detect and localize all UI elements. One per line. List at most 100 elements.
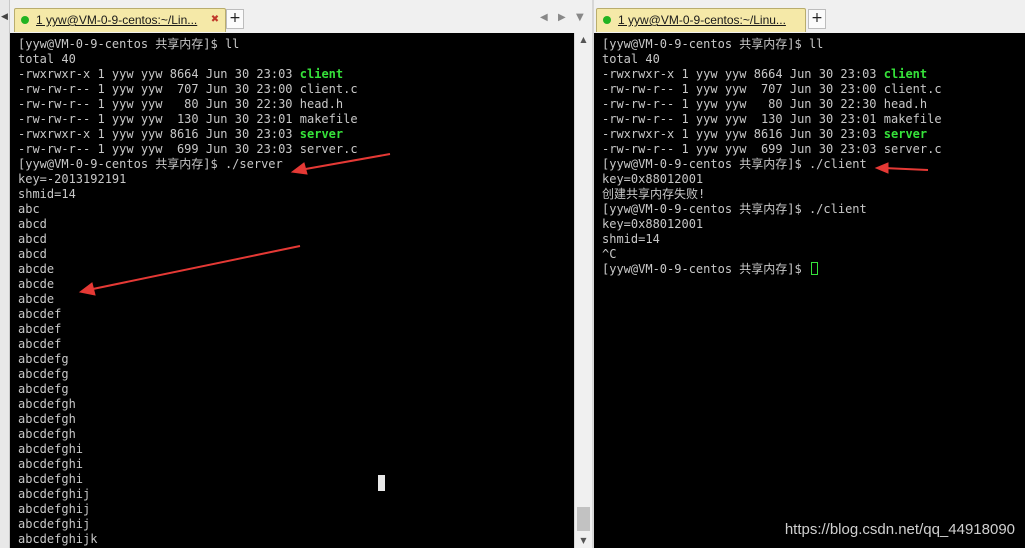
terminal-text: -rwxrwxr-x 1 yyw yyw 8616 Jun 30 23:03 — [18, 127, 300, 141]
terminal-text: [yyw@VM-0-9-centos 共享内存]$ ll — [18, 37, 240, 51]
terminal-line: -rw-rw-r-- 1 yyw yyw 707 Jun 30 23:00 cl… — [18, 82, 358, 97]
terminal-line: [yyw@VM-0-9-centos 共享内存]$ ll — [602, 37, 942, 52]
text-cursor — [810, 262, 818, 275]
terminal-output: [yyw@VM-0-9-centos 共享内存]$ ll total 40 -rwx… — [18, 37, 358, 547]
scrollbar-thumb[interactable] — [577, 507, 590, 531]
terminal-text: [yyw@VM-0-9-centos 共享内存]$ ./server — [18, 157, 283, 171]
terminal-text: shmid=14 — [18, 187, 76, 201]
terminal-text: -rwxrwxr-x 1 yyw yyw 8616 Jun 30 23:03 — [602, 127, 884, 141]
terminal-line: abc — [18, 202, 358, 217]
terminal-text: abcde — [18, 292, 55, 306]
terminal-line: -rw-rw-r-- 1 yyw yyw 130 Jun 30 23:01 ma… — [18, 112, 358, 127]
terminal-line: key=0x88012001 — [602, 217, 942, 232]
terminal-line: abcdefgh — [18, 397, 358, 412]
connected-status-icon — [21, 16, 29, 24]
terminal-text: abcdefgh — [18, 412, 76, 426]
left-terminal[interactable]: [yyw@VM-0-9-centos 共享内存]$ ll total 40 -rwx… — [10, 33, 574, 548]
terminal-line: abcde — [18, 277, 358, 292]
terminal-line: shmid=14 — [602, 232, 942, 247]
terminal-text: -rw-rw-r-- 1 yyw yyw 80 Jun 30 22:30 hea… — [602, 97, 928, 111]
terminal-line: abcd — [18, 217, 358, 232]
terminal-text: key=-2013192191 — [18, 172, 127, 186]
left-terminal-scrollbar[interactable]: ▲ ▼ — [574, 33, 592, 548]
watermark: https://blog.csdn.net/qq_44918090 — [784, 521, 1015, 538]
terminal-line: -rw-rw-r-- 1 yyw yyw 707 Jun 30 23:00 cl… — [602, 82, 942, 97]
terminal-text: key=0x88012001 — [602, 172, 704, 186]
executable-name: server — [299, 127, 344, 141]
terminal-line: -rwxrwxr-x 1 yyw yyw 8664 Jun 30 23:03 c… — [18, 67, 358, 82]
terminal-line: -rw-rw-r-- 1 yyw yyw 130 Jun 30 23:01 ma… — [602, 112, 942, 127]
terminal-text: abcdefghi — [18, 472, 84, 486]
terminal-text: [yyw@VM-0-9-centos 共享内存]$ ./client — [602, 202, 867, 216]
executable-name: client — [883, 67, 928, 81]
terminal-line: -rwxrwxr-x 1 yyw yyw 8664 Jun 30 23:03 c… — [602, 67, 942, 82]
terminal-line: ^C — [602, 247, 942, 262]
terminal-output: [yyw@VM-0-9-centos 共享内存]$ ll total 40 -rwx… — [602, 37, 942, 277]
terminal-text: abcdef — [18, 322, 62, 336]
add-tab-button[interactable]: + — [808, 9, 826, 29]
terminal-line: abcdefg — [18, 382, 358, 397]
terminal-text: abcdefg — [18, 382, 69, 396]
terminal-line: abcdefghi — [18, 457, 358, 472]
terminal-text: abc — [18, 202, 40, 216]
terminal-line: [yyw@VM-0-9-centos 共享内存]$ — [602, 262, 942, 277]
terminal-line: -rwxrwxr-x 1 yyw yyw 8616 Jun 30 23:03 s… — [18, 127, 358, 142]
terminal-text: abcdefgh — [18, 397, 76, 411]
terminal-line: [yyw@VM-0-9-centos 共享内存]$ ll — [18, 37, 358, 52]
terminal-text: -rwxrwxr-x 1 yyw yyw 8664 Jun 30 23:03 — [18, 67, 300, 81]
terminal-text: total 40 — [602, 52, 660, 66]
terminal-text: abcde — [18, 277, 55, 291]
right-terminal[interactable]: [yyw@VM-0-9-centos 共享内存]$ ll total 40 -rwx… — [594, 33, 1025, 548]
terminal-line: abcdefgh — [18, 427, 358, 442]
terminal-text: [yyw@VM-0-9-centos 共享内存]$ ll — [602, 37, 824, 51]
terminal-text: -rw-rw-r-- 1 yyw yyw 707 Jun 30 23:00 cl… — [602, 82, 942, 96]
terminal-line: abcdefghi — [18, 472, 358, 487]
terminal-line: abcde — [18, 292, 358, 307]
terminal-line: total 40 — [602, 52, 942, 67]
terminal-text: abcdefghij — [18, 487, 91, 501]
terminal-line: abcdefghij — [18, 517, 358, 532]
scroll-down-icon[interactable]: ▼ — [575, 534, 592, 548]
terminal-text: abcdefghi — [18, 457, 84, 471]
triangle-left-icon[interactable]: ◀ — [540, 12, 548, 23]
triangle-right-icon[interactable]: ▶ — [558, 12, 566, 23]
terminal-line: abcdef — [18, 322, 358, 337]
scroll-up-icon[interactable]: ▲ — [575, 33, 592, 47]
terminal-line: abcdef — [18, 307, 358, 322]
text-cursor — [378, 475, 385, 491]
terminal-line: abcdefghij — [18, 502, 358, 517]
add-tab-button[interactable]: + — [226, 9, 244, 29]
terminal-line: [yyw@VM-0-9-centos 共享内存]$ ./client — [602, 202, 942, 217]
terminal-line: 创建共享内存失败! — [602, 187, 942, 202]
terminal-line: key=0x88012001 — [602, 172, 942, 187]
terminal-text: total 40 — [18, 52, 76, 66]
terminal-line: total 40 — [18, 52, 358, 67]
tab-session-left[interactable]: 1 yyw@VM-0-9-centos:~/Lin... ✖ — [14, 8, 226, 32]
terminal-line: abcdefghi — [18, 442, 358, 457]
terminal-line: abcdefghij — [18, 487, 358, 502]
close-icon[interactable]: ✖ — [209, 14, 221, 26]
tab-session-right[interactable]: 1 yyw@VM-0-9-centos:~/Linu... — [596, 8, 806, 32]
terminal-text: ^C — [602, 247, 617, 261]
terminal-text: -rw-rw-r-- 1 yyw yyw 707 Jun 30 23:00 cl… — [18, 82, 358, 96]
executable-name: server — [883, 127, 928, 141]
terminal-text: [yyw@VM-0-9-centos 共享内存]$ — [602, 262, 809, 276]
tab-title: 1 yyw@VM-0-9-centos:~/Lin... — [36, 13, 198, 27]
terminal-line: abcdefgh — [18, 412, 358, 427]
terminal-text: -rwxrwxr-x 1 yyw yyw 8664 Jun 30 23:03 — [602, 67, 884, 81]
terminal-text: abcdefghi — [18, 442, 84, 456]
terminal-line: abcdefg — [18, 367, 358, 382]
terminal-line: -rw-rw-r-- 1 yyw yyw 80 Jun 30 22:30 hea… — [602, 97, 942, 112]
triangle-down-icon[interactable]: ▼ — [576, 12, 584, 23]
collapse-left-icon[interactable]: ◀ — [1, 12, 8, 22]
terminal-text: abcdefghij — [18, 502, 91, 516]
terminal-text: shmid=14 — [602, 232, 660, 246]
terminal-text: abcd — [18, 217, 47, 231]
tab-title: 1 yyw@VM-0-9-centos:~/Linu... — [618, 13, 786, 27]
terminal-text: abcd — [18, 247, 47, 261]
terminal-text: key=0x88012001 — [602, 217, 704, 231]
terminal-line: -rw-rw-r-- 1 yyw yyw 699 Jun 30 23:03 se… — [18, 142, 358, 157]
terminal-text: -rw-rw-r-- 1 yyw yyw 80 Jun 30 22:30 hea… — [18, 97, 344, 111]
terminal-text: 创建共享内存失败! — [602, 187, 706, 201]
terminal-line: abcdef — [18, 337, 358, 352]
